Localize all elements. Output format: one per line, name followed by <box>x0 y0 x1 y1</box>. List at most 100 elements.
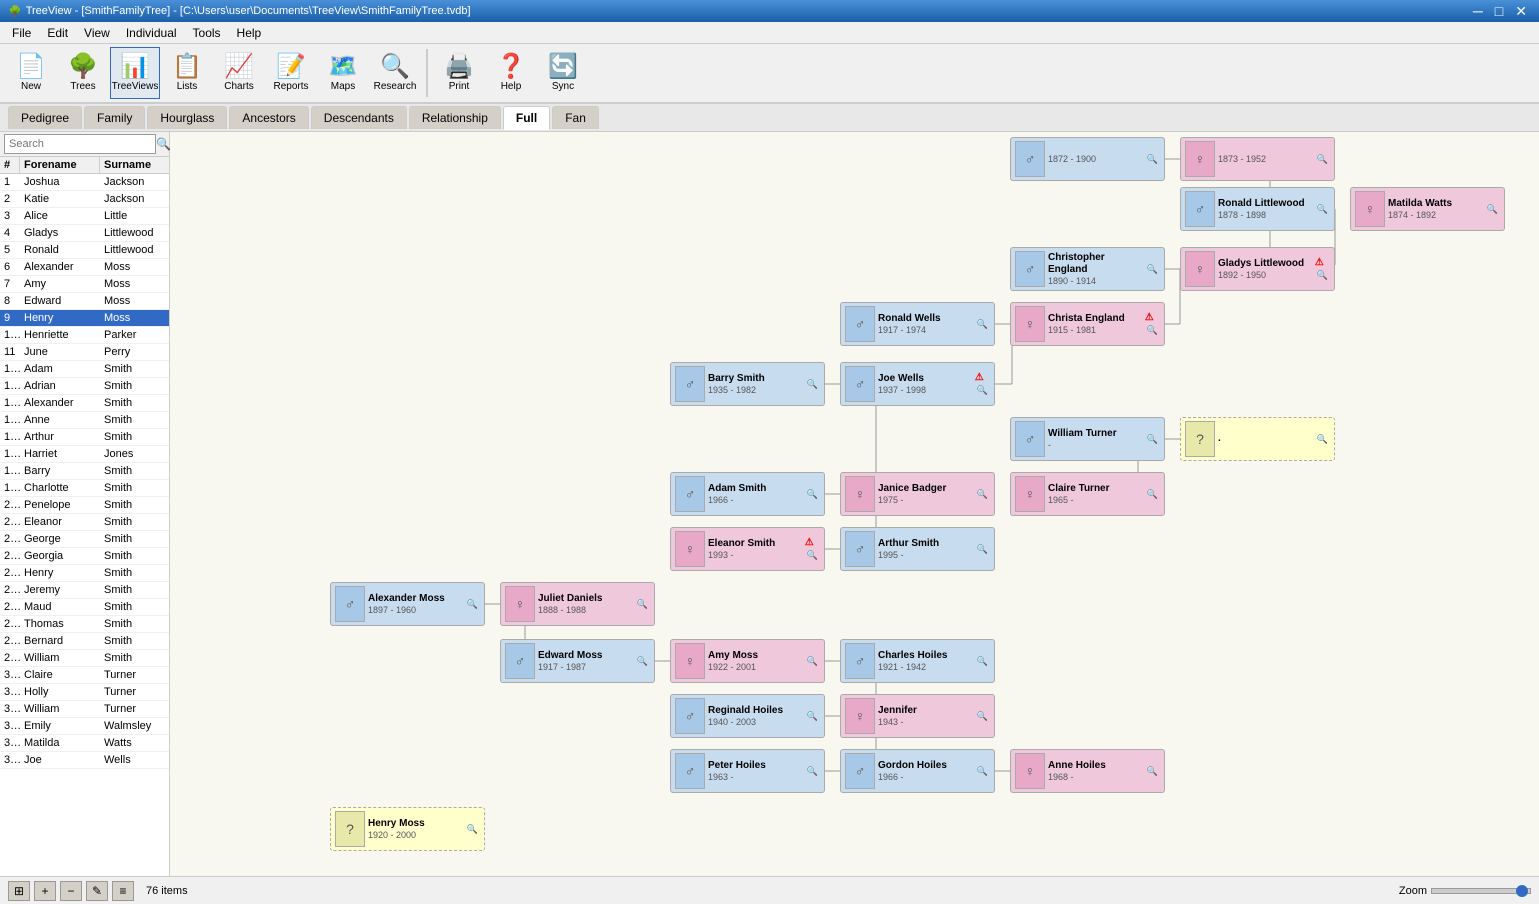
person-card-henry_moss[interactable]: ?Henry Moss1920 - 2000🔍 <box>330 807 485 851</box>
tab-pedigree[interactable]: Pedigree <box>8 106 82 129</box>
card-search-button[interactable]: 🔍 <box>1145 153 1160 166</box>
person-card-edward_moss[interactable]: ♂Edward Moss1917 - 1987🔍 <box>500 639 655 683</box>
person-row[interactable]: 6 Alexander Moss <box>0 259 169 276</box>
person-row[interactable]: 27 Thomas Smith <box>0 616 169 633</box>
toolbar-reports[interactable]: 📝 Reports <box>266 47 316 99</box>
toolbar-trees[interactable]: 🌳 Trees <box>58 47 108 99</box>
minimize-button[interactable]: ─ <box>1469 3 1487 20</box>
person-card-joe_wells[interactable]: ♂Joe Wells1937 - 1998⚠🔍 <box>840 362 995 406</box>
toolbar-treeviews[interactable]: 📊 TreeViews <box>110 47 160 99</box>
person-card-christopher_england[interactable]: ♂Christopher England1890 - 1914🔍 <box>1010 247 1165 291</box>
zoom-thumb[interactable] <box>1516 885 1528 897</box>
card-search-button[interactable]: 🔍 <box>805 655 820 668</box>
person-card-anon1[interactable]: ♂1872 - 1900🔍 <box>1010 137 1165 181</box>
card-search-button[interactable]: 🔍 <box>805 549 820 562</box>
tab-full[interactable]: Full <box>503 106 550 130</box>
person-card-ronald_wells[interactable]: ♂Ronald Wells1917 - 1974🔍 <box>840 302 995 346</box>
person-row[interactable]: 26 Maud Smith <box>0 599 169 616</box>
menu-tools[interactable]: Tools <box>185 24 229 42</box>
person-row[interactable]: 1 Joshua Jackson <box>0 174 169 191</box>
person-row[interactable]: 17 Harriet Jones <box>0 446 169 463</box>
search-button[interactable]: 🔍 <box>156 137 171 151</box>
person-row[interactable]: 19 Charlotte Smith <box>0 480 169 497</box>
close-button[interactable]: ✕ <box>1511 3 1531 20</box>
person-card-gladys_littlewood[interactable]: ♀Gladys Littlewood1892 - 1950⚠🔍 <box>1180 247 1335 291</box>
person-card-eleanor_smith[interactable]: ♀Eleanor Smith1993 -⚠🔍 <box>670 527 825 571</box>
person-card-arthur_smith[interactable]: ♂Arthur Smith1995 -🔍 <box>840 527 995 571</box>
person-row[interactable]: 20 Penelope Smith <box>0 497 169 514</box>
tab-family[interactable]: Family <box>84 106 145 129</box>
card-search-button[interactable]: 🔍 <box>975 655 990 668</box>
tree-panel[interactable]: ♂1872 - 1900🔍 ♀1873 - 1952🔍 ♂Ronald Little… <box>170 132 1539 876</box>
card-search-button[interactable]: 🔍 <box>465 598 480 611</box>
person-row[interactable]: 35 Joe Wells <box>0 752 169 769</box>
menu-edit[interactable]: Edit <box>39 24 76 42</box>
person-row[interactable]: 28 Bernard Smith <box>0 633 169 650</box>
info-btn[interactable]: ≡ <box>112 881 134 901</box>
person-card-anne_hoiles[interactable]: ♀Anne Hoiles1968 -🔍 <box>1010 749 1165 793</box>
person-card-juliet_daniels[interactable]: ♀Juliet Daniels1888 - 1988🔍 <box>500 582 655 626</box>
person-card-unknown1[interactable]: ?.🔍 <box>1180 417 1335 461</box>
card-search-button[interactable]: 🔍 <box>975 384 990 397</box>
person-card-alexander_moss[interactable]: ♂Alexander Moss1897 - 1960🔍 <box>330 582 485 626</box>
toolbar-new[interactable]: 📄 New <box>6 47 56 99</box>
person-card-jennifer[interactable]: ♀Jennifer1943 -🔍 <box>840 694 995 738</box>
card-search-button[interactable]: 🔍 <box>975 488 990 501</box>
card-search-button[interactable]: 🔍 <box>805 710 820 723</box>
tab-relationship[interactable]: Relationship <box>409 106 501 129</box>
person-row[interactable]: 30 Claire Turner <box>0 667 169 684</box>
person-card-ronald_littlewood[interactable]: ♂Ronald Littlewood1878 - 1898🔍 <box>1180 187 1335 231</box>
card-search-button[interactable]: 🔍 <box>1145 765 1160 778</box>
card-search-button[interactable]: 🔍 <box>465 823 480 836</box>
person-card-charles_hoiles[interactable]: ♂Charles Hoiles1921 - 1942🔍 <box>840 639 995 683</box>
toolbar-lists[interactable]: 📋 Lists <box>162 47 212 99</box>
person-row[interactable]: 5 Ronald Littlewood <box>0 242 169 259</box>
tab-hourglass[interactable]: Hourglass <box>147 106 227 129</box>
person-card-christa_england[interactable]: ♀Christa England1915 - 1981⚠🔍 <box>1010 302 1165 346</box>
maximize-button[interactable]: □ <box>1491 3 1507 20</box>
card-search-button[interactable]: 🔍 <box>805 765 820 778</box>
menu-help[interactable]: Help <box>229 24 270 42</box>
menu-view[interactable]: View <box>76 24 118 42</box>
card-search-button[interactable]: 🔍 <box>975 318 990 331</box>
toolbar-print[interactable]: 🖨️ Print <box>434 47 484 99</box>
person-row[interactable]: 4 Gladys Littlewood <box>0 225 169 242</box>
card-search-button[interactable]: 🔍 <box>1145 324 1160 337</box>
card-search-button[interactable]: 🔍 <box>1315 203 1330 216</box>
person-row[interactable]: 22 George Smith <box>0 531 169 548</box>
person-row[interactable]: 11 June Perry <box>0 344 169 361</box>
person-row[interactable]: 9 Henry Moss <box>0 310 169 327</box>
person-row[interactable]: 18 Barry Smith <box>0 463 169 480</box>
person-row[interactable]: 14 Alexander Smith <box>0 395 169 412</box>
person-card-barry_smith[interactable]: ♂Barry Smith1935 - 1982🔍 <box>670 362 825 406</box>
person-row[interactable]: 2 Katie Jackson <box>0 191 169 208</box>
person-row[interactable]: 24 Henry Smith <box>0 565 169 582</box>
add-btn[interactable]: + <box>34 881 56 901</box>
person-row[interactable]: 23 Georgia Smith <box>0 548 169 565</box>
zoom-slider[interactable] <box>1431 888 1531 894</box>
person-card-claire_turner[interactable]: ♀Claire Turner1965 -🔍 <box>1010 472 1165 516</box>
person-card-anon2[interactable]: ♀1873 - 1952🔍 <box>1180 137 1335 181</box>
card-search-button[interactable]: 🔍 <box>635 655 650 668</box>
card-search-button[interactable]: 🔍 <box>975 765 990 778</box>
person-card-gordon_hoiles[interactable]: ♂Gordon Hoiles1966 -🔍 <box>840 749 995 793</box>
search-input[interactable] <box>4 134 156 154</box>
card-search-button[interactable]: 🔍 <box>975 710 990 723</box>
collapse-btn[interactable]: ⊞ <box>8 881 30 901</box>
toolbar-sync[interactable]: 🔄 Sync <box>538 47 588 99</box>
person-row[interactable]: 34 Matilda Watts <box>0 735 169 752</box>
toolbar-research[interactable]: 🔍 Research <box>370 47 420 99</box>
person-card-adam_smith[interactable]: ♂Adam Smith1966 -🔍 <box>670 472 825 516</box>
person-card-amy_moss[interactable]: ♀Amy Moss1922 - 2001🔍 <box>670 639 825 683</box>
menu-individual[interactable]: Individual <box>118 24 185 42</box>
toolbar-help[interactable]: ❓ Help <box>486 47 536 99</box>
person-row[interactable]: 25 Jeremy Smith <box>0 582 169 599</box>
card-search-button[interactable]: 🔍 <box>1485 203 1500 216</box>
person-row[interactable]: 15 Anne Smith <box>0 412 169 429</box>
card-search-button[interactable]: 🔍 <box>635 598 650 611</box>
menu-file[interactable]: File <box>4 24 39 42</box>
card-search-button[interactable]: 🔍 <box>1315 153 1330 166</box>
person-card-william_turner[interactable]: ♂William Turner-🔍 <box>1010 417 1165 461</box>
toolbar-charts[interactable]: 📈 Charts <box>214 47 264 99</box>
person-card-matilda_watts[interactable]: ♀Matilda Watts1874 - 1892🔍 <box>1350 187 1505 231</box>
